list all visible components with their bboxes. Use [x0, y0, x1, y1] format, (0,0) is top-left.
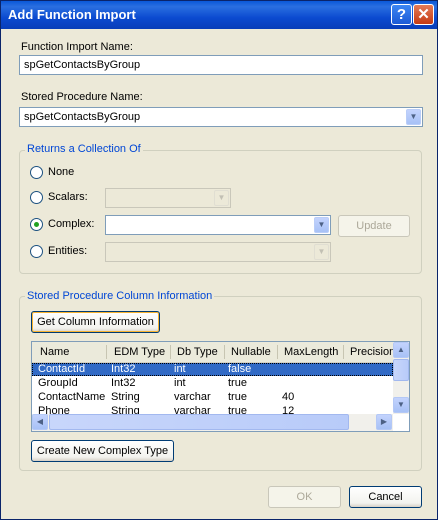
- chevron-down-icon[interactable]: ▼: [406, 109, 421, 125]
- header-precision[interactable]: Precision: [350, 346, 395, 358]
- returns-group-label: Returns a Collection Of: [25, 143, 143, 155]
- cell-edm-type: Int32: [111, 363, 136, 375]
- stored-procedure-value: spGetContactsByGroup: [24, 111, 141, 123]
- column-grid[interactable]: Name EDM Type Db Type Nullable MaxLength…: [31, 341, 410, 432]
- cell-db-type: varchar: [174, 405, 211, 414]
- cell-maxlength: 12: [282, 405, 295, 414]
- table-row[interactable]: Phone String varchar true 12: [32, 405, 393, 414]
- header-maxlength[interactable]: MaxLength: [284, 346, 338, 358]
- scroll-right-icon[interactable]: ▶: [376, 414, 392, 430]
- cell-edm-type: Int32: [111, 377, 136, 389]
- cell-nullable: false: [228, 363, 252, 375]
- chevron-down-icon: ▼: [214, 190, 229, 206]
- cell-db-type: int: [174, 377, 186, 389]
- radio-complex[interactable]: [30, 218, 43, 231]
- cell-db-type: int: [174, 363, 186, 375]
- header-edm-type[interactable]: EDM Type: [114, 346, 165, 358]
- cell-nullable: true: [228, 377, 247, 389]
- table-row[interactable]: GroupId Int32 int true: [32, 377, 393, 390]
- close-button[interactable]: ✕: [413, 4, 434, 25]
- help-icon: ?: [396, 6, 407, 23]
- ok-button: OK: [268, 486, 341, 508]
- cell-maxlength: 40: [282, 391, 295, 403]
- update-button: Update: [338, 215, 410, 237]
- complex-combo[interactable]: ▼: [105, 215, 331, 235]
- chevron-down-icon[interactable]: ▼: [314, 217, 329, 233]
- cell-nullable: true: [228, 391, 247, 403]
- scroll-left-icon[interactable]: ◀: [32, 414, 48, 430]
- dialog-title: Add Function Import: [8, 7, 136, 22]
- stored-procedure-combo[interactable]: spGetContactsByGroup ▼: [19, 107, 423, 127]
- header-db-type[interactable]: Db Type: [177, 346, 218, 358]
- radio-none[interactable]: [30, 166, 43, 179]
- close-icon: ✕: [417, 6, 430, 23]
- cell-edm-type: String: [111, 405, 140, 414]
- scroll-up-icon[interactable]: ▲: [393, 342, 409, 358]
- add-function-import-dialog: Add Function Import ? ✕ Function Import …: [0, 0, 438, 520]
- create-new-complex-type-button[interactable]: Create New Complex Type: [31, 440, 174, 462]
- radio-complex-label: Complex:: [48, 218, 95, 230]
- header-divider: [106, 345, 107, 359]
- cancel-button[interactable]: Cancel: [349, 486, 422, 508]
- table-row[interactable]: ContactName String varchar true 40: [32, 391, 393, 404]
- column-info-group-label: Stored Procedure Column Information: [25, 290, 215, 302]
- header-name[interactable]: Name: [40, 346, 69, 358]
- get-column-information-button[interactable]: Get Column Information: [31, 311, 160, 333]
- entities-combo: ▼: [105, 242, 331, 262]
- scroll-down-icon[interactable]: ▼: [393, 397, 409, 413]
- radio-scalars-label: Scalars:: [48, 191, 88, 203]
- vertical-scroll-thumb[interactable]: [393, 359, 409, 381]
- radio-entities-label: Entities:: [48, 245, 88, 257]
- radio-none-label: None: [48, 166, 75, 178]
- horizontal-scrollbar[interactable]: ◀ ▶: [32, 414, 393, 431]
- radio-scalars[interactable]: [30, 191, 43, 204]
- header-divider: [224, 345, 225, 359]
- cell-edm-type: String: [111, 391, 140, 403]
- horizontal-scroll-thumb[interactable]: [49, 414, 349, 430]
- cell-name: ContactName: [38, 391, 106, 403]
- function-import-name-label: Function Import Name:: [21, 41, 133, 53]
- function-import-name-input[interactable]: spGetContactsByGroup: [19, 55, 423, 75]
- header-divider: [343, 345, 344, 359]
- cell-nullable: true: [228, 405, 247, 414]
- vertical-scrollbar[interactable]: ▲ ▼: [393, 342, 409, 414]
- title-bar[interactable]: Add Function Import ? ✕: [1, 1, 437, 29]
- help-button[interactable]: ?: [391, 4, 412, 25]
- cell-db-type: varchar: [174, 391, 211, 403]
- stored-procedure-name-label: Stored Procedure Name:: [21, 91, 143, 103]
- radio-entities[interactable]: [30, 245, 43, 258]
- scalars-combo: ▼: [105, 188, 231, 208]
- cell-name: ContactId: [38, 363, 86, 375]
- grid-header: Name EDM Type Db Type Nullable MaxLength…: [32, 342, 395, 363]
- header-nullable[interactable]: Nullable: [231, 346, 271, 358]
- header-divider: [170, 345, 171, 359]
- header-divider: [277, 345, 278, 359]
- table-row[interactable]: ContactId Int32 int false: [32, 363, 393, 376]
- chevron-down-icon: ▼: [314, 244, 329, 260]
- cell-name: Phone: [38, 405, 70, 414]
- cell-name: GroupId: [38, 377, 78, 389]
